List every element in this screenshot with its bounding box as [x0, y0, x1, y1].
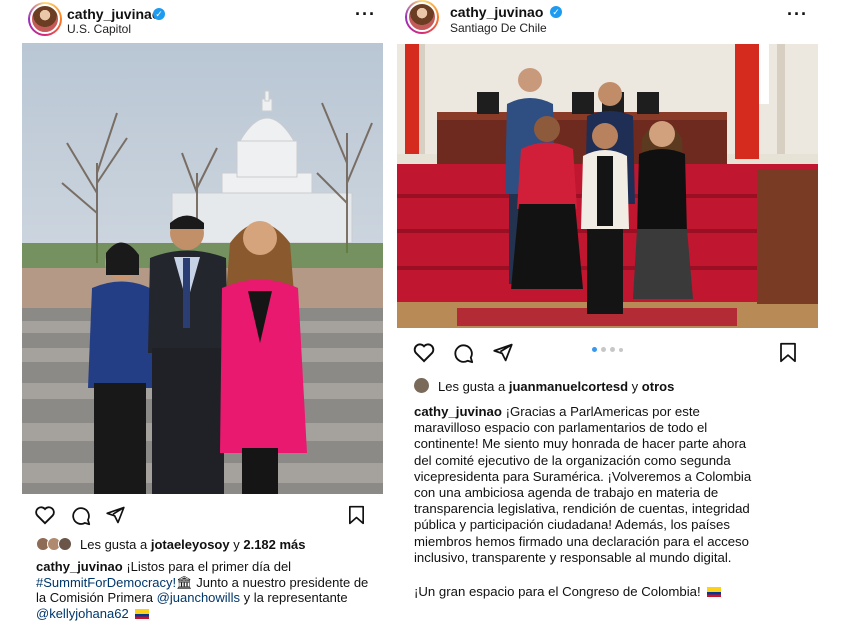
username[interactable]: cathy_juvinao	[67, 6, 160, 22]
post-photo[interactable]	[22, 43, 383, 494]
mention-link[interactable]: @juanchowills	[157, 590, 240, 605]
mention-link[interactable]: @kellyjohana62	[36, 606, 129, 621]
caption-closing: ¡Un gran espacio para el Congreso de Col…	[414, 584, 701, 600]
chamber-photo	[397, 44, 818, 328]
share-icon[interactable]	[492, 342, 514, 363]
caption-line: con una ambiciosa agenda de trabajo en m…	[414, 485, 719, 501]
colombia-flag-icon	[707, 587, 722, 598]
verified-icon: ✓	[153, 8, 165, 20]
caption-author[interactable]: cathy_juvinao	[36, 559, 123, 574]
bookmark-icon[interactable]	[779, 342, 797, 363]
caption-author[interactable]: cathy_juvinao	[414, 404, 502, 419]
avatar[interactable]	[28, 2, 62, 36]
more-icon[interactable]: ···	[787, 4, 808, 25]
caption-line: pública y participación ciudadana! Ademá…	[414, 517, 730, 533]
likes-summary[interactable]: Les gusta a juanmanuelcortesd y otros	[438, 379, 674, 394]
liker-avatars	[36, 537, 76, 551]
colombia-flag-icon	[135, 608, 150, 619]
heart-icon[interactable]	[412, 342, 436, 363]
caption-line: continente! Me siento muy honrada de hac…	[414, 436, 747, 452]
capitol-photo	[22, 43, 383, 494]
heart-icon[interactable]	[34, 505, 56, 525]
post-header: cathy_juvinao ✓ U.S. Capitol ···	[0, 0, 395, 40]
comment-icon[interactable]	[70, 505, 91, 526]
more-icon[interactable]: ···	[355, 4, 376, 25]
caption: cathy_juvinao ¡Listos para el primer día…	[36, 559, 369, 621]
caption: cathy_juvinao ¡Gracias a ParlAmericas po…	[414, 404, 844, 600]
location[interactable]: Santiago De Chile	[450, 21, 547, 35]
liker-avatar	[414, 378, 429, 393]
hashtag-link[interactable]: #SummitForDemocracy!	[36, 575, 176, 590]
verified-icon: ✓	[550, 6, 562, 18]
caption-line: del comité ejecutivo de la organización …	[414, 452, 731, 468]
classical-building-icon: 🏛	[176, 574, 193, 590]
share-icon[interactable]	[105, 505, 126, 525]
caption-line: inclusivo, transparente y responsable al…	[414, 549, 732, 565]
person-middle	[148, 215, 228, 494]
location[interactable]: U.S. Capitol	[67, 22, 131, 36]
caption-line: transparencia legislativa, rendición de …	[414, 501, 750, 517]
post-chile: cathy_juvinao ✓ Santiago De Chile ··· Le…	[395, 0, 854, 622]
post-header: cathy_juvinao ✓ Santiago De Chile ···	[395, 0, 854, 40]
avatar[interactable]	[405, 0, 439, 34]
caption-line: vicepresidenta para Suramérica. ¡Volvere…	[414, 468, 752, 484]
caption-line: miembros hemos firmado una declaración p…	[414, 533, 749, 549]
bookmark-icon[interactable]	[348, 505, 365, 525]
caption-line: maravilloso espacio con parlamentarios d…	[414, 420, 708, 436]
username[interactable]: cathy_juvinao	[450, 4, 543, 20]
post-photo[interactable]	[397, 44, 818, 328]
comment-icon[interactable]	[452, 342, 474, 364]
likes-summary[interactable]: Les gusta a jotaeleyosoy y 2.182 más	[80, 537, 306, 552]
post-capitol: cathy_juvinao ✓ U.S. Capitol ··· Les gus…	[0, 0, 395, 622]
